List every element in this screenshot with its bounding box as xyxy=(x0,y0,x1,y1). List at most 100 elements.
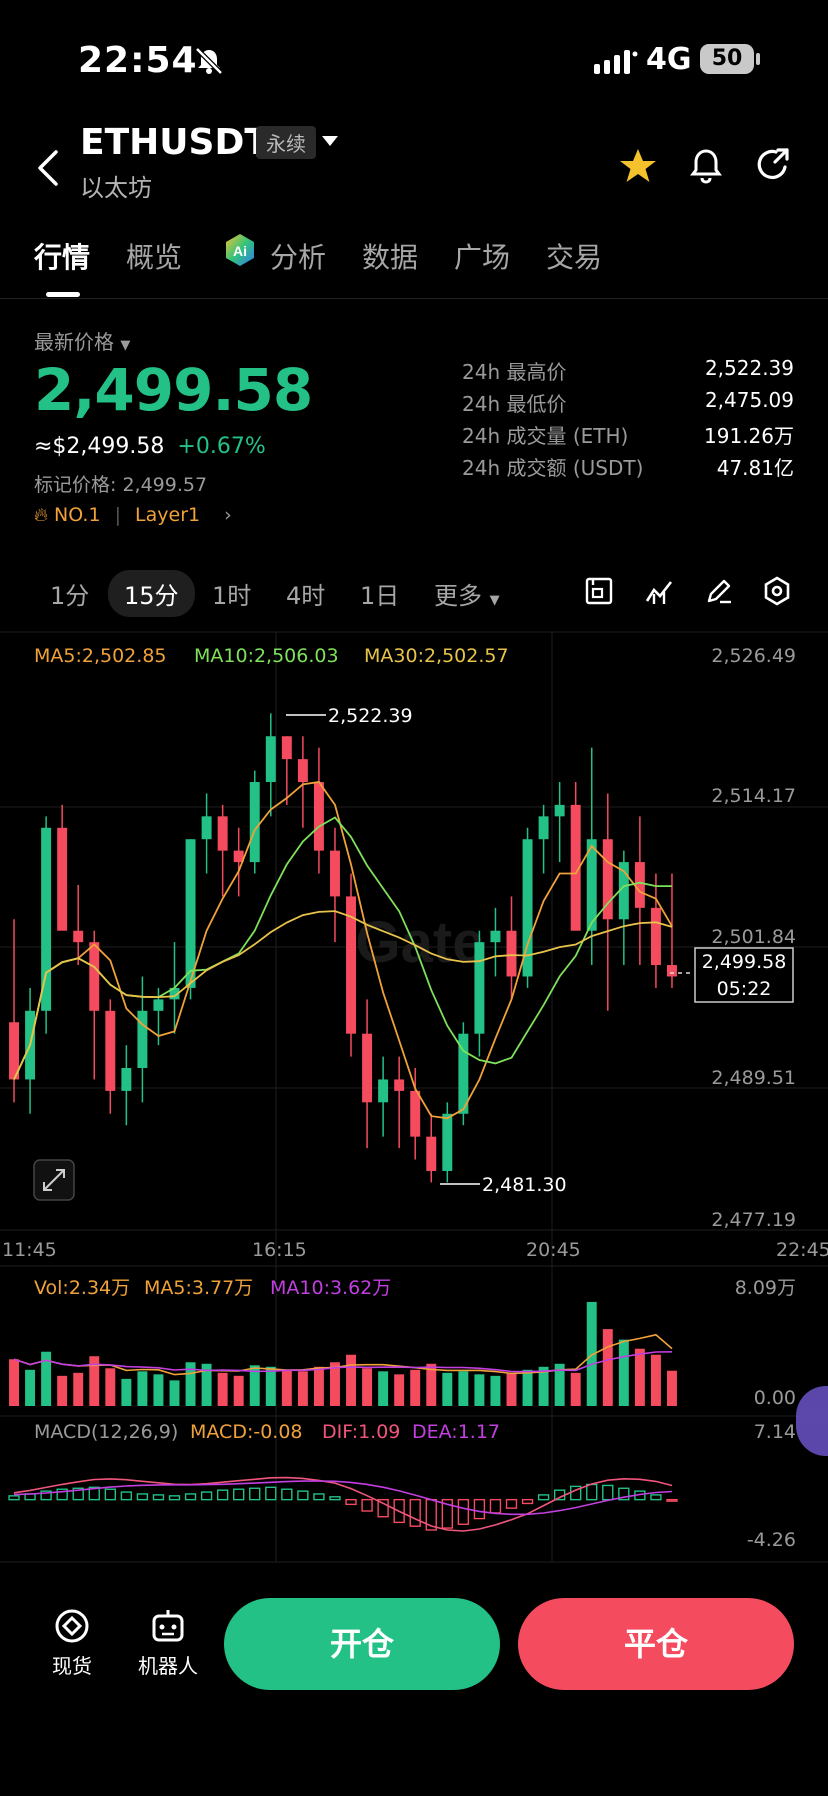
volume-bar xyxy=(281,1369,292,1406)
macd-bar xyxy=(136,1493,149,1501)
chart-layout-icon[interactable] xyxy=(584,576,614,606)
candle-body xyxy=(554,804,565,817)
macd-bar xyxy=(345,1498,357,1506)
stat-low-label: 24h 最低价 xyxy=(462,392,567,416)
back-arrow-icon[interactable] xyxy=(36,148,62,188)
macd-bar xyxy=(537,1494,550,1501)
bot-shortcut[interactable]: 机器人 xyxy=(130,1606,206,1679)
tab-analysis[interactable]: 分析 xyxy=(270,236,326,276)
candle-countdown: 05:22 xyxy=(717,978,772,1000)
spot-shortcut[interactable]: 现货 xyxy=(44,1606,100,1679)
volume-bar xyxy=(9,1359,19,1406)
timeframe-more[interactable]: 更多 ▼ xyxy=(434,576,500,611)
timeframe-1m[interactable]: 1分 xyxy=(50,576,89,611)
vol-ma10-legend: MA10:3.62万 xyxy=(270,1277,391,1299)
macd-value: MACD:-0.08 xyxy=(190,1421,303,1443)
candle-body xyxy=(667,965,677,977)
timeframe-more-label: 更多 xyxy=(434,582,482,610)
last-price-label[interactable]: 最新价格 ▼ xyxy=(34,326,130,355)
timeframe-1d[interactable]: 1日 xyxy=(360,576,399,611)
tab-data[interactable]: 数据 xyxy=(362,236,418,276)
macd-legend: MACD(12,26,9) xyxy=(34,1421,178,1443)
volume-bar xyxy=(105,1368,116,1406)
macd-bar xyxy=(329,1496,341,1501)
tab-trade[interactable]: 交易 xyxy=(546,236,602,276)
tab-overview[interactable]: 概览 xyxy=(126,236,182,276)
pair-title[interactable]: ETHUSDT xyxy=(80,122,269,163)
last-price: 2,499.58 xyxy=(34,356,313,424)
stat-low: 24h 最低价 2,475.09 xyxy=(462,388,794,417)
macd-bar xyxy=(297,1490,309,1501)
low-annotation: 2,481.30 xyxy=(482,1174,567,1196)
volume-bars xyxy=(9,1301,677,1406)
volume-bar xyxy=(618,1339,629,1406)
macd-bar xyxy=(104,1488,116,1501)
macd-bar xyxy=(249,1487,261,1501)
dropdown-caret-icon: ▼ xyxy=(120,338,131,353)
macd-histogram xyxy=(8,1476,678,1532)
volume-bar xyxy=(442,1372,453,1406)
close-position-button[interactable]: 平仓 xyxy=(518,1598,794,1690)
chart-settings-icon[interactable] xyxy=(762,576,792,606)
macd-bar xyxy=(168,1495,181,1501)
volume-bar xyxy=(522,1369,533,1406)
vol-axis-max: 8.09万 xyxy=(735,1277,796,1299)
volume-bar xyxy=(346,1354,356,1406)
macd-dif: DIF:1.09 xyxy=(322,1421,400,1443)
sector-tag[interactable]: Layer1 xyxy=(135,504,200,526)
volume-bar xyxy=(57,1375,68,1406)
rank-badge: NO.1 xyxy=(54,504,101,526)
volume-bar xyxy=(137,1371,148,1406)
price-change: +0.67% xyxy=(177,434,266,459)
macd-bar xyxy=(152,1494,165,1501)
tab-market[interactable]: 行情 xyxy=(34,236,90,276)
candle-body xyxy=(201,816,212,840)
candle-body xyxy=(362,1033,373,1103)
chevron-right-icon[interactable]: › xyxy=(224,504,232,526)
tab-square[interactable]: 广场 xyxy=(454,236,510,276)
candle-body xyxy=(73,930,84,943)
ai-icon: Ai xyxy=(226,234,254,266)
volume-bar xyxy=(362,1368,373,1406)
pair-dropdown-icon[interactable] xyxy=(322,136,338,146)
macd-bar xyxy=(457,1498,470,1525)
volume-bar xyxy=(570,1372,581,1406)
price-chart[interactable]: Gate MA5:2,502.85 MA10:2,506.03 MA30:2,5… xyxy=(0,630,828,1566)
timeframe-4h[interactable]: 4时 xyxy=(286,576,325,611)
candle-body xyxy=(426,1136,437,1171)
open-position-button[interactable]: 开仓 xyxy=(224,1598,500,1690)
spot-icon xyxy=(55,1609,89,1643)
favorite-star-icon[interactable] xyxy=(618,146,658,186)
candle-body xyxy=(378,1079,389,1103)
status-time: 22:54 xyxy=(78,40,198,81)
fullscreen-icon[interactable] xyxy=(33,1159,75,1201)
timeframe-15m[interactable]: 15分 xyxy=(108,570,195,617)
time-axis-label: 20:45 xyxy=(526,1239,581,1261)
price-axis-label: 2,477.19 xyxy=(711,1209,796,1231)
share-icon[interactable] xyxy=(754,146,792,184)
indicator-icon[interactable] xyxy=(644,576,674,606)
main-tabs: 行情 概览 分析 数据 广场 交易 xyxy=(0,230,828,299)
macd-bar xyxy=(409,1498,421,1527)
volume-bar xyxy=(458,1371,469,1406)
time-axis-label: 22:45 xyxy=(776,1239,828,1261)
tag-row: 🔥︎ NO.1 | Layer1 › xyxy=(34,504,232,526)
macd-bar xyxy=(313,1493,325,1501)
candle-body xyxy=(650,907,661,966)
time-axis-label: 16:15 xyxy=(252,1239,307,1261)
draw-pencil-icon[interactable] xyxy=(704,576,734,606)
candle-body xyxy=(330,850,340,897)
volume-bar xyxy=(25,1369,36,1406)
alert-bell-icon[interactable] xyxy=(688,146,724,186)
candle-body xyxy=(281,736,292,760)
volume-bar xyxy=(506,1372,517,1406)
candle-body xyxy=(313,782,324,851)
contract-type-badge: 永续 xyxy=(256,126,316,159)
volume-bar xyxy=(474,1374,485,1406)
timeframe-1h[interactable]: 1时 xyxy=(212,576,251,611)
ma10-legend: MA10:2,506.03 xyxy=(194,645,339,667)
mark-price: 标记价格: 2,499.57 xyxy=(34,474,208,496)
candle-body xyxy=(442,1113,453,1171)
stat-high: 24h 最高价 2,522.39 xyxy=(462,356,794,385)
candle-body xyxy=(41,827,52,1011)
